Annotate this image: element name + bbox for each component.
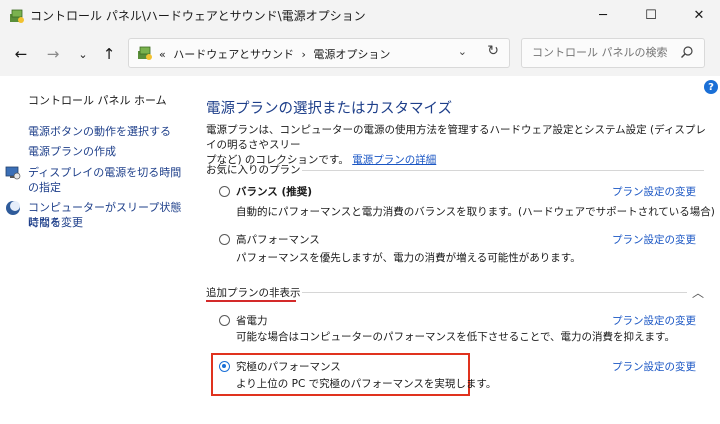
breadcrumb-overflow[interactable]: « <box>159 48 166 61</box>
recent-locations-chevron-icon[interactable]: ⌄ <box>72 43 94 65</box>
plan-name-ultimate-performance[interactable]: 究極のパフォーマンス <box>236 359 341 374</box>
close-button[interactable]: ✕ <box>676 0 720 31</box>
plan-radio-power-saver[interactable] <box>219 315 230 326</box>
annotation-underline <box>206 300 296 302</box>
search-input[interactable] <box>530 45 684 60</box>
address-dropdown-icon[interactable]: ⌄ <box>458 45 467 58</box>
sidebar-link-display-off[interactable]: ディスプレイの電源を切る時間の指定 <box>28 165 190 195</box>
help-icon[interactable]: ? <box>704 80 718 94</box>
power-options-icon <box>138 46 152 60</box>
search-box[interactable] <box>521 38 705 68</box>
plan-radio-high-performance[interactable] <box>219 234 230 245</box>
plan-name-power-saver[interactable]: 省電力 <box>236 313 268 328</box>
page-title: 電源プランの選択またはカスタマイズ <box>206 101 453 117</box>
breadcrumb-item[interactable]: 電源オプション <box>313 48 390 61</box>
forward-arrow-icon[interactable]: → <box>42 43 64 65</box>
breadcrumb-item[interactable]: ハードウェアとサウンド <box>173 48 294 61</box>
navigation-bar: ← → ⌄ ↑ « ハードウェアとサウンド › 電源オプション ⌄ ↻ <box>0 31 720 76</box>
plan-radio-balanced[interactable] <box>219 186 230 197</box>
plan-desc-ultimate-performance: より上位の PC で究極のパフォーマンスを実現します。 <box>236 378 497 390</box>
plan-name-balanced[interactable]: バランス (推奨) <box>236 184 312 199</box>
plan-name-high-performance[interactable]: 高パフォーマンス <box>236 232 320 247</box>
sleep-moon-icon <box>6 201 20 215</box>
plan-radio-ultimate-performance[interactable] <box>219 361 230 372</box>
hidden-plans-divider <box>302 292 687 293</box>
refresh-icon[interactable]: ↻ <box>487 43 499 59</box>
power-plan-details-link[interactable]: 電源プランの詳細 <box>352 154 436 166</box>
search-icon[interactable] <box>680 45 694 59</box>
hidden-plans-header[interactable]: 追加プランの非表示 <box>206 285 301 300</box>
change-plan-settings-power-saver[interactable]: プラン設定の変更 <box>612 313 696 328</box>
favorites-divider <box>302 170 704 171</box>
sidebar-link-power-button[interactable]: 電源ボタンの動作を選択する <box>28 124 171 139</box>
plan-desc-high-performance: パフォーマンスを優先しますが、電力の消費が増える可能性があります。 <box>236 252 581 264</box>
change-plan-settings-ultimate[interactable]: プラン設定の変更 <box>612 359 696 374</box>
plan-desc-power-saver: 可能な場合はコンピューターのパフォーマンスを低下させることで、電力の消費を抑えま… <box>236 331 676 343</box>
back-arrow-icon[interactable]: ← <box>10 43 32 65</box>
breadcrumb-separator[interactable]: › <box>302 48 306 61</box>
address-bar[interactable]: « ハードウェアとサウンド › 電源オプション ⌄ ↻ <box>128 38 510 68</box>
plan-desc-balanced: 自動的にパフォーマンスと電力消費のバランスを取ります。(ハードウェアでサポートさ… <box>236 206 715 218</box>
up-arrow-icon[interactable]: ↑ <box>98 43 120 65</box>
breadcrumb: « ハードウェアとサウンド › 電源オプション <box>159 46 394 62</box>
title-bar: コントロール パネル\ハードウェアとサウンド\電源オプション ─ ☐ ✕ <box>0 0 720 31</box>
change-plan-settings-balanced[interactable]: プラン設定の変更 <box>612 184 696 199</box>
favorites-header: お気に入りのプラン <box>206 164 301 176</box>
sidebar-link-create-plan[interactable]: 電源プランの作成 <box>28 144 116 159</box>
window-title: コントロール パネル\ハードウェアとサウンド\電源オプション <box>30 9 366 23</box>
minimize-button[interactable]: ─ <box>580 0 626 31</box>
power-options-icon <box>10 9 24 23</box>
sidebar-link-sleep-time-cont[interactable]: 時間を変更 <box>28 215 83 230</box>
left-pane: コントロール パネル ホーム 電源ボタンの動作を選択する 電源プランの作成 ディ… <box>0 76 190 424</box>
maximize-button[interactable]: ☐ <box>628 0 674 31</box>
description-text-1: 電源プランは、コンピューターの電源の使用方法を管理するハードウェア設定とシステム… <box>206 124 706 151</box>
display-icon <box>5 166 21 180</box>
change-plan-settings-high-performance[interactable]: プラン設定の変更 <box>612 232 696 247</box>
chevron-up-icon[interactable]: ︿ <box>692 284 704 301</box>
control-panel-home-link[interactable]: コントロール パネル ホーム <box>28 92 167 108</box>
